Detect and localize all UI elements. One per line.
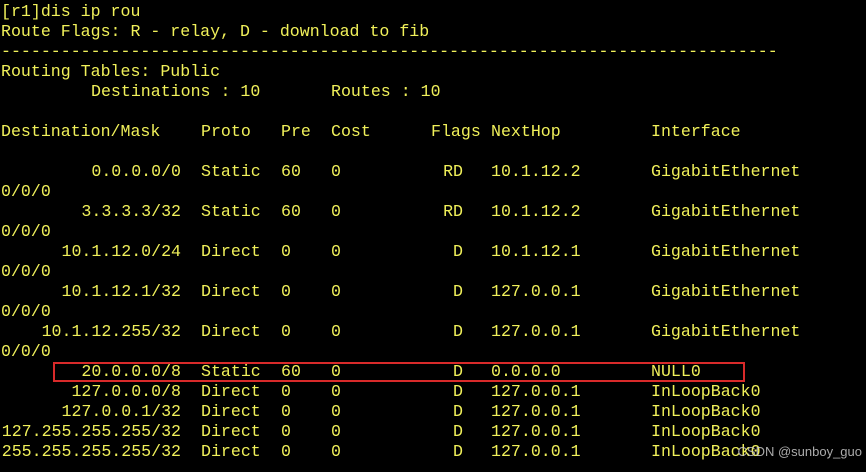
route-flags: D: [453, 402, 463, 421]
routes-count: Routes : 10: [331, 82, 441, 101]
table-row: 0.0.0.0/0 Static 60 0 RD 10.1.12.2 GigabitEthe…: [1, 162, 865, 182]
table-row: 10.1.12.1/32 Direct 0 0 D 127.0.0.1 GigabitEth…: [1, 282, 865, 302]
table-row: 255.255.255.255/32 Direct 0 0 D 127.0.0.1 InLo…: [1, 442, 865, 462]
route-flags: D: [453, 322, 463, 341]
header-pre: Pre: [281, 122, 311, 141]
header-flags: Flags: [431, 122, 481, 141]
route-destination: 10.1.12.255/32: [41, 322, 181, 341]
header-cost: Cost: [331, 122, 371, 141]
route-pre: 0: [281, 282, 291, 301]
route-interface: GigabitEthernet: [651, 322, 801, 341]
route-destination: 127.255.255.255/32: [1, 422, 181, 441]
route-interface-continuation: 0/0/0: [1, 262, 51, 281]
route-flags: RD: [443, 162, 463, 181]
route-proto: Direct: [201, 282, 261, 301]
route-pre: 0: [281, 422, 291, 441]
route-proto: Static: [201, 162, 261, 181]
route-pre: 0: [281, 442, 291, 461]
header-destination: Destination/Mask: [1, 122, 161, 141]
route-proto: Direct: [201, 242, 261, 261]
route-interface: GigabitEthernet: [651, 242, 801, 261]
route-flags: RD: [443, 202, 463, 221]
route-flags: D: [453, 282, 463, 301]
route-cost: 0: [331, 382, 341, 401]
route-destination: 127.0.0.0/8: [71, 382, 181, 401]
route-pre: 60: [281, 162, 301, 181]
table-row: 10.1.12.255/32 Direct 0 0 D 127.0.0.1 GigabitE…: [1, 322, 865, 342]
flags-legend: Route Flags: R - relay, D - download to …: [1, 22, 430, 41]
route-flags: D: [453, 382, 463, 401]
route-flags: D: [453, 442, 463, 461]
header-proto: Proto: [201, 122, 251, 141]
route-cost: 0: [331, 402, 341, 421]
watermark-text: CSDN @sunboy_guo: [737, 444, 862, 459]
route-destination: 10.1.12.0/24: [61, 242, 182, 261]
destinations-count: Destinations : 10: [91, 82, 261, 101]
table-row: 3.3.3.3/32 Static 60 0 RD 10.1.12.2 GigabitEth…: [1, 202, 865, 222]
route-nexthop: 10.1.12.2: [491, 162, 581, 181]
summary-line: Destinations : 10 Routes : 10: [1, 82, 865, 102]
route-destination: 127.0.0.1/32: [61, 402, 182, 421]
route-cost: 0: [331, 442, 341, 461]
header-nexthop: NextHop: [491, 122, 561, 141]
route-interface-continuation: 0/0/0: [1, 302, 51, 321]
terminal-window[interactable]: [r1]dis ip rou Route Flags: R - relay, D…: [0, 0, 866, 472]
route-nexthop: 127.0.0.1: [491, 322, 581, 341]
route-interface-continuation: 0/0/0: [1, 182, 51, 201]
route-nexthop: 127.0.0.1: [491, 422, 581, 441]
route-cost: 0: [331, 242, 341, 261]
table-title: Routing Tables: Public: [1, 62, 221, 81]
route-interface: GigabitEthernet: [651, 162, 801, 181]
route-interface: InLoopBack0: [651, 382, 761, 401]
table-row: 10.1.12.0/24 Direct 0 0 D 10.1.12.1 GigabitEth…: [1, 242, 865, 262]
route-interface: GigabitEthernet: [651, 282, 801, 301]
route-nexthop: 127.0.0.1: [491, 282, 581, 301]
route-cost: 0: [331, 422, 341, 441]
route-proto: Static: [201, 202, 261, 221]
route-destination: 0.0.0.0/0: [91, 162, 181, 181]
route-nexthop: 127.0.0.1: [491, 382, 581, 401]
route-pre: 0: [281, 402, 291, 421]
route-cost: 0: [331, 202, 341, 221]
route-proto: Direct: [201, 382, 261, 401]
route-cost: 0: [331, 282, 341, 301]
route-interface-continuation: 0/0/0: [1, 222, 51, 241]
route-proto: Direct: [201, 442, 261, 461]
highlight-box: [53, 362, 745, 382]
table-row: 127.0.0.0/8 Direct 0 0 D 127.0.0.1 InLoopBack0: [1, 382, 865, 402]
route-cost: 0: [331, 162, 341, 181]
route-nexthop: 10.1.12.2: [491, 202, 581, 221]
route-destination: 3.3.3.3/32: [81, 202, 181, 221]
command-line: [r1]dis ip rou: [1, 2, 141, 21]
route-destination: 255.255.255.255/32: [1, 442, 181, 461]
route-flags: D: [453, 422, 463, 441]
header-interface: Interface: [651, 122, 741, 141]
route-proto: Direct: [201, 422, 261, 441]
route-pre: 0: [281, 382, 291, 401]
route-cost: 0: [331, 322, 341, 341]
route-nexthop: 127.0.0.1: [491, 442, 581, 461]
route-flags: D: [453, 242, 463, 261]
table-row: 127.0.0.1/32 Direct 0 0 D 127.0.0.1 InLoopBack…: [1, 402, 865, 422]
route-proto: Direct: [201, 322, 261, 341]
route-nexthop: 127.0.0.1: [491, 402, 581, 421]
table-header: Destination/Mask Proto Pre Cost Flags Ne…: [1, 122, 865, 142]
separator-line: ----------------------------------------…: [1, 42, 778, 61]
route-interface: InLoopBack0: [651, 422, 761, 441]
route-interface: GigabitEthernet: [651, 202, 801, 221]
route-interface-continuation: 0/0/0: [1, 342, 51, 361]
route-pre: 60: [281, 202, 301, 221]
route-pre: 0: [281, 322, 291, 341]
route-interface: InLoopBack0: [651, 402, 761, 421]
route-destination: 10.1.12.1/32: [61, 282, 182, 301]
route-pre: 0: [281, 242, 291, 261]
route-nexthop: 10.1.12.1: [491, 242, 581, 261]
route-proto: Direct: [201, 402, 261, 421]
table-row: 127.255.255.255/32 Direct 0 0 D 127.0.0.1 InLo…: [1, 422, 865, 442]
